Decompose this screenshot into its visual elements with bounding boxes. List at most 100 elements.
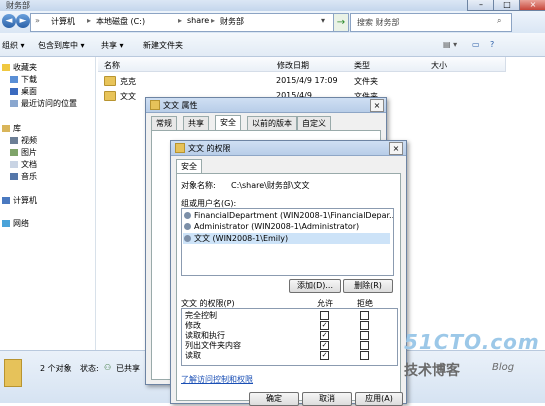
help-icon[interactable]: ?	[490, 40, 494, 49]
recent-places-icon	[10, 100, 18, 107]
command-bar: 组织 ▾ 包含到库中 ▾ 共享 ▾ 新建文件夹 ▤ ▾ ▭ ?	[0, 33, 545, 57]
nav-desktop[interactable]: 桌面	[10, 86, 37, 97]
folder-icon	[104, 76, 116, 86]
desktop-icon	[10, 88, 18, 95]
close-button[interactable]: ×	[519, 0, 545, 11]
object-name-label: 对象名称:	[181, 181, 216, 190]
back-button[interactable]: ◄	[2, 14, 16, 28]
tab-sharing[interactable]: 共享	[183, 116, 209, 130]
file-row[interactable]: 克克 2015/4/9 17:09 文件夹	[104, 76, 484, 88]
close-icon[interactable]: ×	[370, 99, 384, 112]
status-label: 状态:	[80, 364, 99, 373]
breadcrumb-share[interactable]: share	[187, 16, 209, 25]
add-button[interactable]: 添加(D)...	[289, 279, 341, 293]
maximize-button[interactable]: □	[493, 0, 521, 11]
chevron-right-icon: ▸	[87, 16, 92, 25]
status-value: 已共享	[116, 364, 140, 373]
deny-checkbox[interactable]	[360, 341, 369, 350]
nav-videos[interactable]: 视频	[10, 135, 37, 146]
breadcrumb-computer[interactable]: 计算机	[51, 16, 75, 27]
nav-computer[interactable]: 计算机	[2, 195, 37, 206]
permission-name: 读取	[185, 351, 201, 360]
allow-checkbox[interactable]: ✓	[320, 321, 329, 330]
status-count: 2 个对象	[40, 364, 72, 373]
user-icon	[184, 223, 191, 230]
allow-checkbox[interactable]	[320, 311, 329, 320]
download-icon	[10, 76, 18, 83]
file-name: 克克	[120, 77, 136, 86]
deny-checkbox[interactable]	[360, 321, 369, 330]
column-header-size[interactable]: 大小	[425, 57, 506, 72]
view-options-icon[interactable]: ▤ ▾	[443, 40, 457, 49]
list-item[interactable]: FinancialDepartment (WIN2008-1\Financial…	[184, 211, 393, 220]
shared-icon: ⚇	[104, 363, 112, 372]
tab-customize[interactable]: 自定义	[297, 116, 331, 130]
music-icon	[10, 173, 18, 180]
dropdown-arrow-icon[interactable]: ▾	[321, 16, 325, 25]
new-folder-button[interactable]: 新建文件夹	[143, 40, 183, 51]
breadcrumb-drive[interactable]: 本地磁盘 (C:)	[96, 16, 145, 27]
minimize-button[interactable]: –	[467, 0, 495, 11]
column-header-date[interactable]: 修改日期	[271, 57, 349, 72]
ok-button[interactable]: 确定	[249, 392, 299, 406]
share-button[interactable]: 共享 ▾	[101, 40, 124, 51]
remove-button[interactable]: 删除(R)	[343, 279, 393, 293]
chevron-right-icon: ▸	[178, 16, 183, 25]
include-in-library-button[interactable]: 包含到库中 ▾	[38, 40, 85, 51]
dialog-title-bar: 文文 的权限 ×	[171, 141, 406, 156]
nav-music[interactable]: 音乐	[10, 171, 37, 182]
folder-icon	[175, 143, 185, 153]
learn-link[interactable]: 了解访问控制和权限	[181, 374, 253, 385]
apply-button[interactable]: 应用(A)	[355, 392, 403, 406]
organize-button[interactable]: 组织 ▾	[2, 40, 25, 51]
permissions-dialog: 文文 的权限 × 安全 对象名称: C:\share\财务部\文文 组或用户名(…	[170, 140, 407, 406]
tab-general[interactable]: 常规	[151, 116, 177, 130]
user-list[interactable]: FinancialDepartment (WIN2008-1\Financial…	[181, 208, 394, 276]
column-header-name[interactable]: 名称	[98, 57, 272, 72]
deny-checkbox[interactable]	[360, 311, 369, 320]
nav-favorites[interactable]: 收藏夹	[2, 62, 37, 73]
preview-pane-icon[interactable]: ▭	[472, 40, 480, 49]
nav-libraries[interactable]: 库	[2, 123, 21, 134]
forward-button[interactable]: ►	[16, 14, 30, 28]
tab-security[interactable]: 安全	[215, 115, 241, 130]
permission-row: 完全控制	[182, 310, 394, 320]
picture-icon	[10, 149, 18, 156]
chevron-right-icon: ▸	[211, 16, 216, 25]
library-icon	[2, 125, 10, 132]
file-date: 2015/4/9 17:09	[276, 76, 338, 85]
refresh-button[interactable]: →	[333, 13, 349, 32]
close-icon[interactable]: ×	[389, 142, 403, 155]
cancel-button[interactable]: 取消	[302, 392, 352, 406]
nav-recent[interactable]: 最近访问的位置	[10, 98, 77, 109]
dialog-title: 文文 的权限	[188, 144, 231, 153]
nav-network[interactable]: 网络	[2, 218, 29, 229]
dialog-title-bar: 文文 属性 ×	[146, 98, 386, 113]
folder-icon	[104, 91, 116, 101]
watermark-sub: 技术博客	[404, 363, 460, 379]
document-icon	[10, 161, 18, 168]
list-item-selected[interactable]: 文文 (WIN2008-1\Emily)	[183, 233, 390, 244]
nav-pictures[interactable]: 图片	[10, 147, 37, 158]
tab-security[interactable]: 安全	[176, 159, 202, 174]
computer-icon	[2, 197, 10, 204]
deny-checkbox[interactable]	[360, 351, 369, 360]
allow-checkbox[interactable]: ✓	[320, 351, 329, 360]
nav-documents[interactable]: 文档	[10, 159, 37, 170]
list-item[interactable]: Administrator (WIN2008-1\Administrator)	[184, 222, 359, 231]
tab-previous-versions[interactable]: 以前的版本	[247, 116, 297, 130]
permission-row: 修改 ✓	[182, 320, 394, 330]
search-input[interactable]: 搜索 财务部 ⌕	[350, 13, 512, 32]
allow-checkbox[interactable]: ✓	[320, 341, 329, 350]
deny-checkbox[interactable]	[360, 331, 369, 340]
allow-checkbox[interactable]: ✓	[320, 331, 329, 340]
network-icon	[2, 220, 10, 227]
nav-downloads[interactable]: 下载	[10, 74, 37, 85]
address-bar[interactable]: » 计算机 ▸ 本地磁盘 (C:) ▸ share ▸ 财务部 ▾	[30, 13, 335, 32]
breadcrumb-finance[interactable]: 财务部	[220, 16, 244, 27]
folder-icon	[150, 100, 160, 110]
column-header-type[interactable]: 类型	[348, 57, 426, 72]
search-placeholder: 搜索 财务部	[357, 18, 400, 27]
permission-row: 读取和执行 ✓	[182, 330, 394, 340]
watermark-blog: Blog	[492, 362, 515, 373]
